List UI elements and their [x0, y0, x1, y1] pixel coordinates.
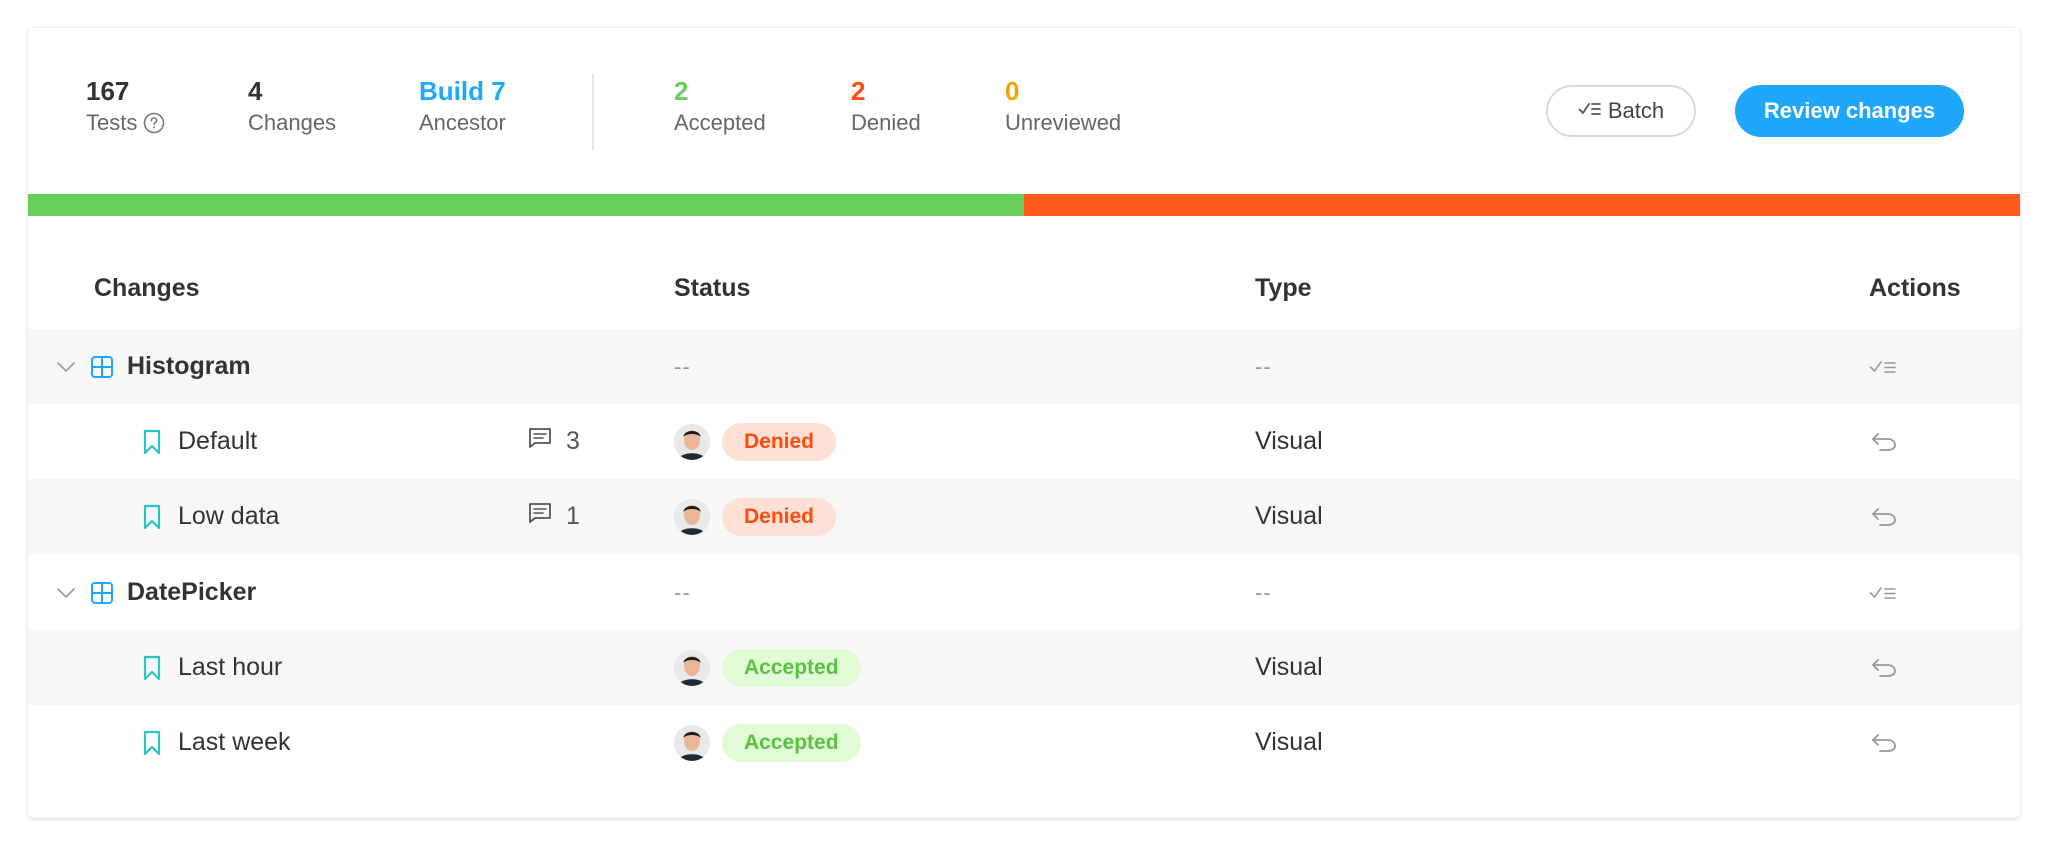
comment-count-value: 3 — [566, 427, 580, 455]
grid-icon — [90, 329, 114, 404]
story-row[interactable]: Default 3 Denied Visual — [28, 404, 2020, 479]
story-name[interactable]: Last week — [178, 705, 291, 780]
tests-label: Tests — [86, 110, 138, 135]
bookmark-icon — [142, 705, 162, 780]
stat-ancestor[interactable]: Build 7 Ancestor — [419, 74, 506, 138]
help-circle-icon[interactable] — [143, 112, 165, 134]
stat-changes: 4 Changes — [248, 74, 336, 138]
denied-count: 2 — [851, 76, 866, 106]
chevron-down-icon[interactable] — [56, 329, 76, 404]
type-cell: Visual — [1255, 728, 1323, 756]
progress-accepted — [28, 194, 1024, 216]
comment-count-value: 1 — [566, 502, 580, 530]
story-name[interactable]: Default — [178, 404, 257, 479]
story-name[interactable]: Low data — [178, 479, 279, 554]
status-badge: Accepted — [722, 723, 861, 762]
status-badge: Denied — [722, 422, 837, 461]
group-status: -- — [674, 579, 691, 605]
column-header-actions: Actions — [1869, 274, 1961, 302]
batch-label: Batch — [1607, 98, 1665, 123]
comment-count[interactable]: 3 — [528, 404, 580, 479]
status-cell: Accepted — [674, 630, 861, 705]
story-name[interactable]: Last hour — [178, 630, 282, 705]
denied-label: Denied — [851, 110, 921, 135]
avatar — [674, 649, 710, 686]
review-changes-button[interactable]: Review changes — [1735, 85, 1964, 137]
bookmark-icon — [142, 479, 162, 554]
status-badge: Denied — [722, 497, 837, 536]
bookmark-icon — [142, 630, 162, 705]
avatar — [674, 423, 710, 460]
grid-icon — [90, 555, 114, 630]
group-type: -- — [1255, 353, 1272, 379]
stat-unreviewed: 0 Unreviewed — [1005, 74, 1121, 138]
accepted-count: 2 — [674, 76, 689, 106]
batch-action-icon[interactable] — [1869, 329, 1897, 404]
type-cell: Visual — [1255, 502, 1323, 530]
comment-count[interactable]: 1 — [528, 479, 580, 554]
undo-icon[interactable] — [1870, 404, 1898, 479]
build-changes-card: 167 Tests 4 Changes Build 7 Ancestor 2 A… — [28, 28, 2020, 818]
group-row-datepicker[interactable]: DatePicker -- -- — [28, 555, 2020, 630]
status-badge: Accepted — [722, 648, 861, 687]
type-cell: Visual — [1255, 653, 1323, 681]
batch-button[interactable]: Batch — [1546, 85, 1696, 137]
group-name: Histogram — [127, 352, 251, 380]
stat-accepted: 2 Accepted — [674, 74, 766, 138]
undo-icon[interactable] — [1870, 479, 1898, 554]
accepted-label: Accepted — [674, 110, 766, 135]
status-cell: Denied — [674, 479, 837, 554]
unreviewed-label: Unreviewed — [1005, 110, 1122, 135]
status-cell: Denied — [674, 404, 837, 479]
stats-divider — [592, 74, 594, 150]
comment-icon — [528, 427, 552, 456]
story-row[interactable]: Low data 1 Denied Visual — [28, 479, 2020, 554]
type-cell: Visual — [1255, 427, 1323, 455]
undo-icon[interactable] — [1870, 630, 1898, 705]
checklist-icon — [1578, 98, 1602, 124]
batch-action-icon[interactable] — [1869, 555, 1897, 630]
avatar — [674, 724, 710, 761]
unreviewed-count: 0 — [1005, 76, 1020, 106]
story-row[interactable]: Last hour Accepted Visual — [28, 630, 2020, 705]
story-row[interactable]: Last week Accepted Visual — [28, 705, 2020, 780]
chevron-down-icon[interactable] — [56, 555, 76, 630]
avatar — [674, 498, 710, 535]
stat-tests: 167 Tests — [86, 74, 165, 138]
ancestor-link[interactable]: Build 7 — [419, 74, 506, 108]
column-header-changes: Changes — [94, 274, 200, 302]
group-status: -- — [674, 353, 691, 379]
review-progress-bar — [28, 194, 2020, 216]
stat-denied: 2 Denied — [851, 74, 921, 138]
comment-icon — [528, 502, 552, 531]
group-row-histogram[interactable]: Histogram -- -- — [28, 329, 2020, 404]
column-header-status: Status — [674, 274, 751, 302]
changes-label: Changes — [248, 110, 337, 135]
ancestor-label: Ancestor — [419, 110, 506, 135]
progress-denied — [1024, 194, 2020, 216]
group-name: DatePicker — [127, 578, 257, 606]
group-type: -- — [1255, 579, 1272, 605]
tests-count: 167 — [86, 76, 130, 106]
status-cell: Accepted — [674, 705, 861, 780]
changes-count: 4 — [248, 76, 263, 106]
undo-icon[interactable] — [1870, 705, 1898, 780]
column-header-type: Type — [1255, 274, 1312, 302]
bookmark-icon — [142, 404, 162, 479]
